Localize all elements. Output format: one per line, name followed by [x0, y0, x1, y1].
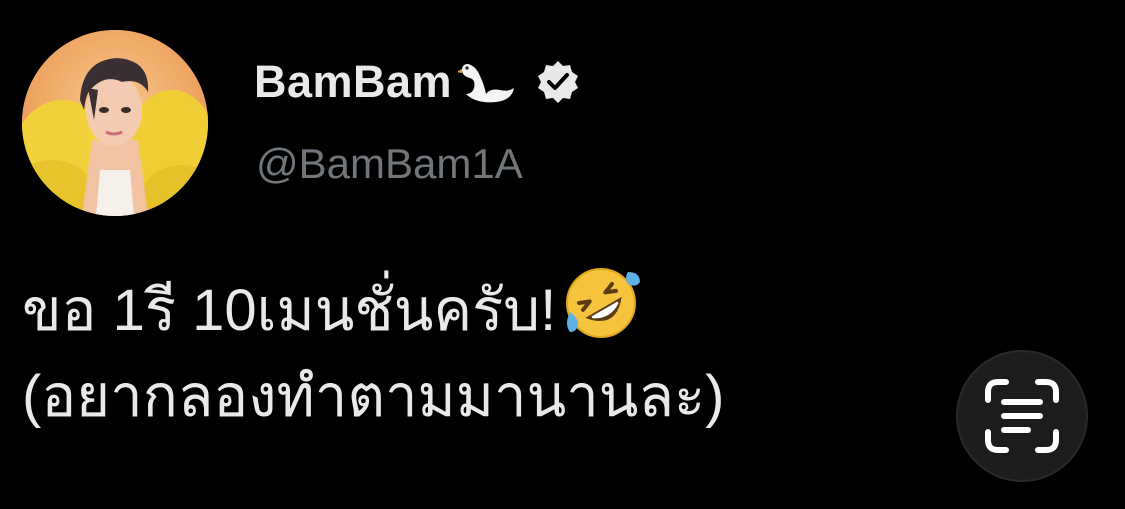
tweet-text-line-2: (อยากลองทำตามมานานละ)	[22, 364, 725, 429]
verified-badge-icon	[534, 58, 582, 106]
tweet-text: ขอ 1รี 10เมนชั่นครับ!	[22, 278, 557, 343]
swan-icon	[456, 58, 518, 106]
rolling-on-floor-laughing-icon	[560, 262, 642, 344]
user-handle[interactable]: @BamBam1A	[256, 140, 523, 188]
live-text-button[interactable]	[956, 350, 1088, 482]
display-name[interactable]: BamBam	[254, 56, 452, 108]
avatar-photo	[22, 30, 208, 216]
tweet-text-line-1: ขอ 1รี 10เมนชั่นครับ!	[22, 262, 642, 344]
profile-avatar[interactable]	[22, 30, 208, 216]
tweet-card: BamBam @BamBam1A ขอ 1รี 10เมนชั่นครับ! (…	[0, 0, 1125, 509]
text-scan-icon	[985, 379, 1059, 453]
name-row: BamBam	[254, 52, 582, 112]
